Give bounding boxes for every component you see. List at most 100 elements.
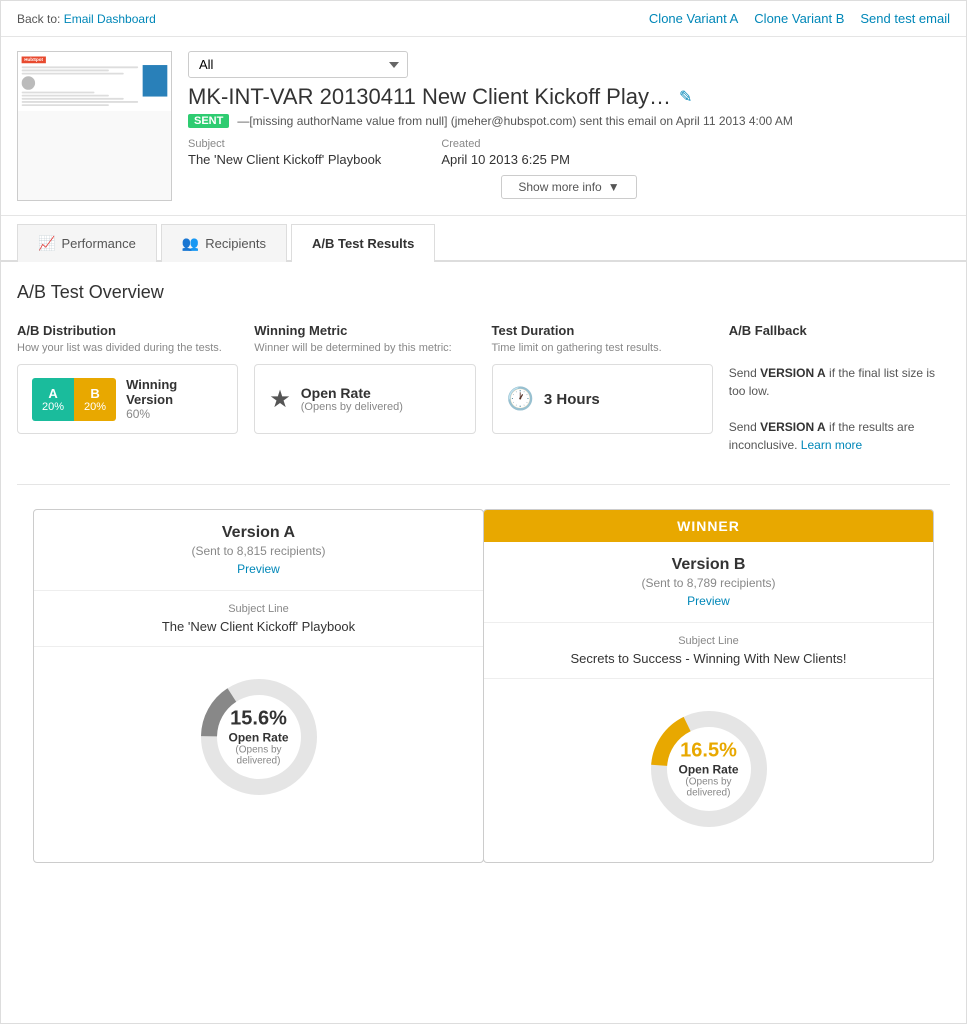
top-nav: Back to: Email Dashboard Clone Variant A… (1, 1, 966, 37)
tab-recipients-label: Recipients (205, 236, 266, 251)
metric-info: Open Rate (Opens by delivered) (301, 385, 403, 413)
version-b-col: WINNER Version B (Sent to 8,789 recipien… (483, 509, 934, 863)
fallback-line1-pre: Send (729, 366, 760, 380)
version-a-col: Version A (Sent to 8,815 recipients) Pre… (33, 509, 484, 863)
version-a-open-rate: 15.6% (224, 708, 294, 731)
version-a-open-rate-sub: (Opens by delivered) (224, 745, 294, 767)
email-dashboard-link[interactable]: Email Dashboard (64, 12, 156, 26)
version-a-donut: 15.6% Open Rate (Opens by delivered) (189, 667, 329, 807)
test-duration-desc: Time limit on gathering test results. (492, 342, 713, 354)
clone-variant-a-link[interactable]: Clone Variant A (649, 11, 738, 26)
chevron-down-icon: ▼ (608, 180, 620, 194)
version-b-subject-label: Subject Line (498, 635, 919, 647)
winning-metric-card: ★ Open Rate (Opens by delivered) (254, 364, 475, 434)
thumb-logo: HubSpot (22, 57, 46, 64)
distribution-item: A/B Distribution How your list was divid… (17, 323, 238, 454)
main-content: A/B Test Overview A/B Distribution How y… (1, 262, 966, 883)
subject-value: The 'New Client Kickoff' Playbook (188, 152, 381, 167)
tab-performance-label: Performance (61, 236, 135, 251)
open-rate-sub: (Opens by delivered) (301, 401, 403, 413)
versions-container: Version A (Sent to 8,815 recipients) Pre… (33, 509, 934, 863)
distribution-boxes: A 20% B 20% (32, 378, 116, 421)
created-value: April 10 2013 6:25 PM (441, 152, 570, 167)
tab-performance[interactable]: 📈 Performance (17, 224, 157, 262)
top-actions: Clone Variant A Clone Variant B Send tes… (649, 11, 950, 26)
email-title: MK-INT-VAR 20130411 New Client Kickoff P… (188, 84, 671, 110)
created-label: Created (441, 138, 570, 150)
show-more-label: Show more info (518, 180, 601, 194)
version-b-open-rate-label: Open Rate (674, 763, 744, 777)
winning-version-label: Winning Version (126, 377, 223, 407)
fallback-line2-strong: VERSION A (760, 420, 826, 434)
variant-select[interactable]: All Variant A Variant B (188, 51, 408, 78)
winning-version-info: Winning Version 60% (126, 377, 223, 421)
duration-value: 3 Hours (544, 391, 600, 408)
distribution-card: A 20% B 20% Winning Version 60% (17, 364, 238, 434)
dist-b-letter: B (84, 386, 106, 401)
distribution-desc: How your list was divided during the tes… (17, 342, 238, 354)
test-duration-card: 🕐 3 Hours (492, 364, 713, 434)
clone-variant-b-link[interactable]: Clone Variant B (754, 11, 844, 26)
dist-a-letter: A (42, 386, 64, 401)
version-a-subject-label: Subject Line (48, 603, 469, 615)
version-b-donut-center: 16.5% Open Rate (Opens by delivered) (674, 740, 744, 799)
dist-a: A 20% (32, 378, 74, 421)
sent-row: SENT —[missing authorName value from nul… (188, 114, 950, 128)
recipients-icon: 👥 (182, 235, 199, 252)
fallback-item: A/B Fallback Send VERSION A if the final… (729, 323, 950, 454)
meta-row: Subject The 'New Client Kickoff' Playboo… (188, 138, 950, 167)
version-b-chart-section: 16.5% Open Rate (Opens by delivered) (484, 679, 933, 862)
thumb-person (22, 76, 35, 90)
version-b-subject-value: Secrets to Success - Winning With New Cl… (498, 651, 919, 666)
version-a-donut-center: 15.6% Open Rate (Opens by delivered) (224, 708, 294, 767)
variant-dropdown-row: All Variant A Variant B (188, 51, 950, 78)
version-b-preview-link[interactable]: Preview (498, 594, 919, 608)
email-title-row: MK-INT-VAR 20130411 New Client Kickoff P… (188, 84, 950, 110)
version-b-donut: 16.5% Open Rate (Opens by delivered) (639, 699, 779, 839)
version-a-sent: (Sent to 8,815 recipients) (48, 544, 469, 558)
sent-badge: SENT (188, 114, 229, 128)
winner-badge: WINNER (484, 510, 933, 542)
open-rate-label: Open Rate (301, 385, 403, 401)
subject-label: Subject (188, 138, 381, 150)
tab-ab-test[interactable]: A/B Test Results (291, 224, 435, 262)
email-thumbnail: HubSpot (17, 51, 172, 201)
version-b-sent: (Sent to 8,789 recipients) (498, 576, 919, 590)
fallback-line1-strong: VERSION A (760, 366, 826, 380)
tab-ab-test-label: A/B Test Results (312, 236, 414, 251)
section-divider (17, 484, 950, 485)
thumb-book (143, 65, 168, 97)
back-text: Back to: (17, 12, 60, 26)
version-b-open-rate-sub: (Opens by delivered) (674, 777, 744, 799)
send-test-email-link[interactable]: Send test email (860, 11, 950, 26)
tab-recipients[interactable]: 👥 Recipients (161, 224, 287, 262)
version-b-open-rate: 16.5% (674, 740, 744, 763)
version-a-open-rate-label: Open Rate (224, 731, 294, 745)
subject-meta: Subject The 'New Client Kickoff' Playboo… (188, 138, 381, 167)
fallback-label: A/B Fallback (729, 323, 950, 338)
version-a-chart-section: 15.6% Open Rate (Opens by delivered) (34, 647, 483, 830)
winning-metric-item: Winning Metric Winner will be determined… (254, 323, 475, 454)
ab-overview-grid: A/B Distribution How your list was divid… (17, 323, 950, 454)
winning-metric-label: Winning Metric (254, 323, 475, 338)
version-b-header: Version B (Sent to 8,789 recipients) Pre… (484, 542, 933, 623)
winning-version-percent: 60% (126, 407, 223, 421)
email-header: HubSpot All V (1, 37, 966, 216)
show-more-row: Show more info ▼ (188, 175, 950, 199)
version-a-subject-section: Subject Line The 'New Client Kickoff' Pl… (34, 591, 483, 647)
version-a-preview-link[interactable]: Preview (48, 562, 469, 576)
thumbnail-content: HubSpot (18, 52, 171, 111)
learn-more-link[interactable]: Learn more (801, 438, 862, 452)
star-icon: ★ (269, 385, 291, 414)
sent-description: —[missing authorName value from null] (j… (237, 114, 793, 128)
version-a-subject-value: The 'New Client Kickoff' Playbook (48, 619, 469, 634)
back-link: Back to: Email Dashboard (17, 12, 156, 26)
version-b-subject-section: Subject Line Secrets to Success - Winnin… (484, 623, 933, 679)
edit-icon[interactable]: ✎ (679, 87, 692, 107)
show-more-button[interactable]: Show more info ▼ (501, 175, 636, 199)
version-a-name: Version A (48, 524, 469, 542)
clock-icon: 🕐 (507, 386, 534, 412)
test-duration-item: Test Duration Time limit on gathering te… (492, 323, 713, 454)
dist-b-percent: 20% (84, 401, 106, 413)
test-duration-label: Test Duration (492, 323, 713, 338)
